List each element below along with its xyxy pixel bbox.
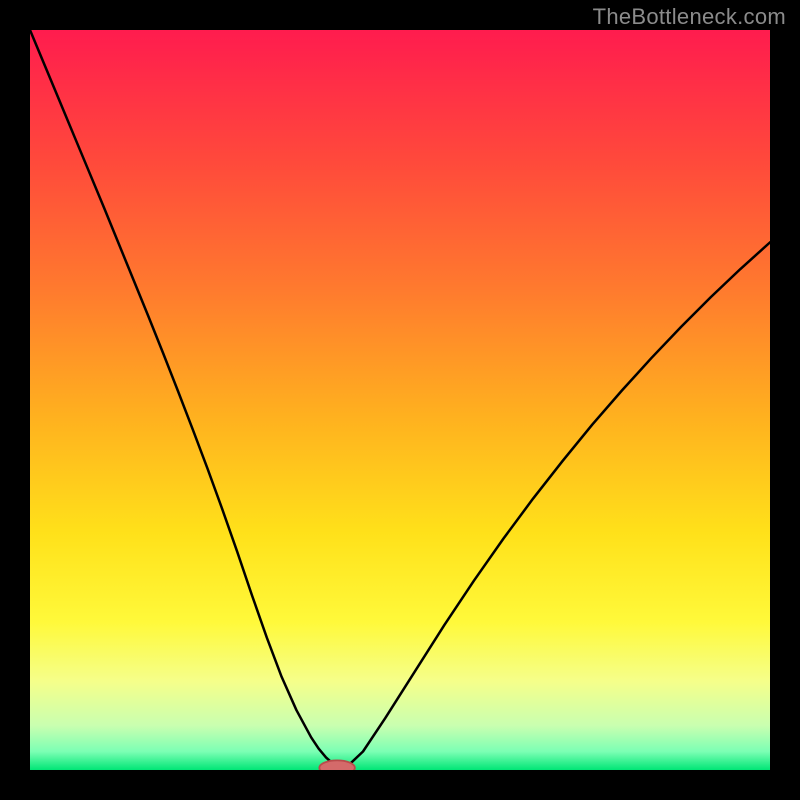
chart-frame: TheBottleneck.com xyxy=(0,0,800,800)
watermark-text: TheBottleneck.com xyxy=(593,4,786,30)
plot-area xyxy=(30,30,770,770)
chart-svg xyxy=(30,30,770,770)
gradient-rect xyxy=(30,30,770,770)
minimum-marker xyxy=(319,760,355,770)
